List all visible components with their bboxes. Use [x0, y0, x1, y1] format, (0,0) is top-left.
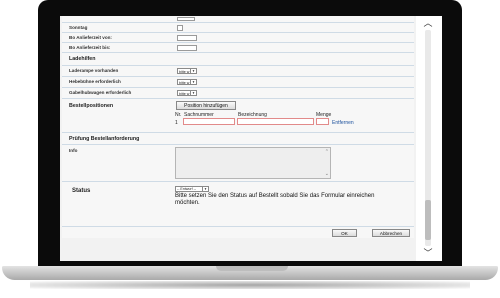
menge-input[interactable]: [316, 118, 329, 125]
gabelhubwagen-select[interactable]: bitte w ▾: [177, 90, 197, 96]
gabelhubwagen-label: Gabelhubwagen erforderlich: [69, 90, 132, 95]
section-pruefung: Prüfung Bestellanforderung: [62, 133, 414, 145]
laptop-base: [2, 266, 498, 280]
info-textarea[interactable]: ⌃ ⌄: [175, 147, 331, 179]
hebebuehne-select[interactable]: bitte w ▾: [177, 79, 197, 85]
form-row-laderampe: Laderampe vorhanden bitte w ▾: [62, 66, 414, 77]
sonntag-checkbox[interactable]: [177, 25, 183, 31]
anlieferzeit-von-input[interactable]: [177, 35, 197, 41]
status-hint: Bitte setzen Sie den Status auf Bestellt…: [175, 193, 375, 206]
cancel-button[interactable]: Abbrechen: [372, 229, 410, 237]
status-label: Status: [72, 188, 91, 194]
ladehilfen-heading: Ladehilfen: [69, 56, 96, 62]
chevron-up-icon: ⌃: [324, 149, 329, 155]
sonntag-label: Sonntag: [69, 25, 88, 30]
anlieferzeit-von-label: Bo Anlieferzeit von:: [69, 35, 112, 40]
chevron-down-icon: ▾: [190, 80, 196, 84]
form-row-gabelhubwagen: Gabelhubwagen erforderlich bitte w ▾: [62, 88, 414, 99]
form-row-info: Info ⌃ ⌄: [62, 145, 414, 182]
hebebuehne-label: Hebebühne erforderlich: [69, 79, 121, 84]
section-bestellpositionen: Bestellpositionen Position hinzufügen Nr…: [62, 99, 414, 133]
remove-position-link[interactable]: Entfernen: [332, 120, 354, 126]
gabelhubwagen-select-value: bitte w: [179, 92, 190, 96]
sachnummer-input[interactable]: [183, 118, 235, 125]
chevron-down-icon: ▾: [190, 91, 196, 95]
chevron-down-icon[interactable]: ﹀: [422, 247, 434, 259]
form-row-top: [62, 16, 414, 23]
scrollbar-thumb[interactable]: [425, 200, 431, 240]
laderampe-select[interactable]: bitte w ▾: [177, 68, 197, 74]
laptop-notch: [216, 266, 288, 271]
bestellpositionen-heading: Bestellpositionen: [69, 103, 114, 109]
col-nr-header: Nr.: [175, 112, 182, 118]
vertical-scrollbar[interactable]: ︿ ﹀: [422, 16, 434, 261]
chevron-down-icon: ⌄: [324, 171, 329, 177]
bezeichnung-input[interactable]: [237, 118, 314, 125]
info-label: Info: [69, 148, 78, 153]
pruefung-heading: Prüfung Bestellanforderung: [69, 136, 140, 142]
form-row-hebebuehne: Hebebühne erforderlich bitte w ▾: [62, 77, 414, 88]
hebebuehne-select-value: bitte w: [179, 81, 190, 85]
order-form: Sonntag Bo Anlieferzeit von: Bo Anliefer…: [60, 16, 416, 261]
chevron-down-icon: ▾: [202, 187, 208, 191]
status-select-value: -- Entwurf --: [177, 187, 196, 191]
section-ladehilfen: Ladehilfen: [62, 53, 414, 66]
form-row-anlieferzeit-bis: Bo Anlieferzeit bis:: [62, 43, 414, 53]
anlieferzeit-bis-label: Bo Anlieferzeit bis:: [69, 45, 111, 50]
laptop-shadow: [30, 281, 470, 289]
form-row-status: Status -- Entwurf -- ▾ Bitte setzen Sie …: [62, 182, 414, 227]
form-row-anlieferzeit-von: Bo Anlieferzeit von:: [62, 33, 414, 43]
add-position-button[interactable]: Position hinzufügen: [176, 101, 236, 110]
form-footer: OK Abbrechen: [62, 227, 414, 238]
scrollbar-track[interactable]: [425, 30, 431, 246]
anlieferzeit-bis-input[interactable]: [177, 45, 197, 51]
laderampe-label: Laderampe vorhanden: [69, 68, 119, 73]
form-row-sonntag: Sonntag: [62, 23, 414, 33]
chevron-down-icon: ▾: [190, 69, 196, 73]
screen: Sonntag Bo Anlieferzeit von: Bo Anliefer…: [60, 16, 442, 261]
status-select[interactable]: -- Entwurf -- ▾: [175, 186, 209, 192]
top-partial-field[interactable]: [177, 17, 195, 21]
ok-button[interactable]: OK: [332, 229, 357, 237]
laderampe-select-value: bitte w: [179, 70, 190, 74]
position-row-number: 1: [175, 120, 178, 126]
chevron-up-icon[interactable]: ︿: [422, 17, 434, 29]
